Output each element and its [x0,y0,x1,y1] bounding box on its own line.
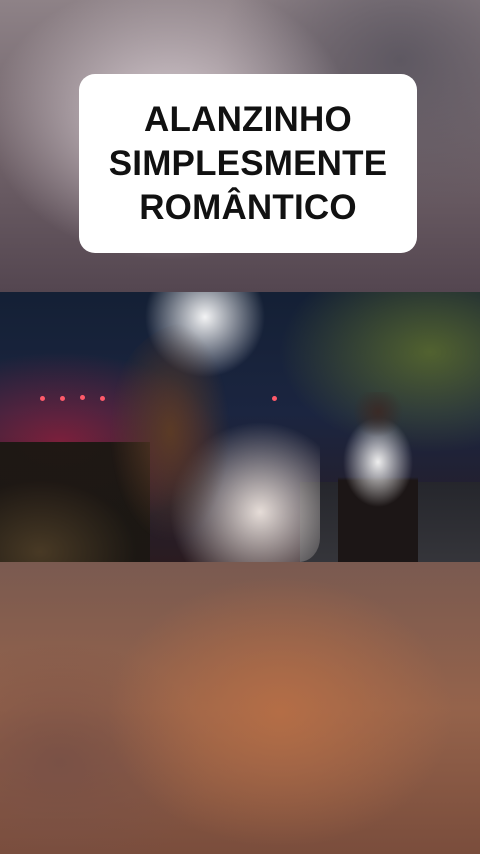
stage-light [80,395,85,400]
stage-light [40,396,45,401]
stage-light [60,396,65,401]
title-card: ALANZINHO SIMPLESMENTE ROMÂNTICO [79,74,417,253]
dancer-back [338,392,418,562]
title-line-1: ALANZINHO [144,99,352,139]
stage-light [272,396,277,401]
title-line-2: SIMPLESMENTE [108,143,388,183]
dancer-front [110,322,320,562]
stage-light [100,396,105,401]
blurred-background-bottom [0,562,480,854]
video-frame[interactable] [0,292,480,562]
title-line-3: ROMÂNTICO [139,187,357,227]
